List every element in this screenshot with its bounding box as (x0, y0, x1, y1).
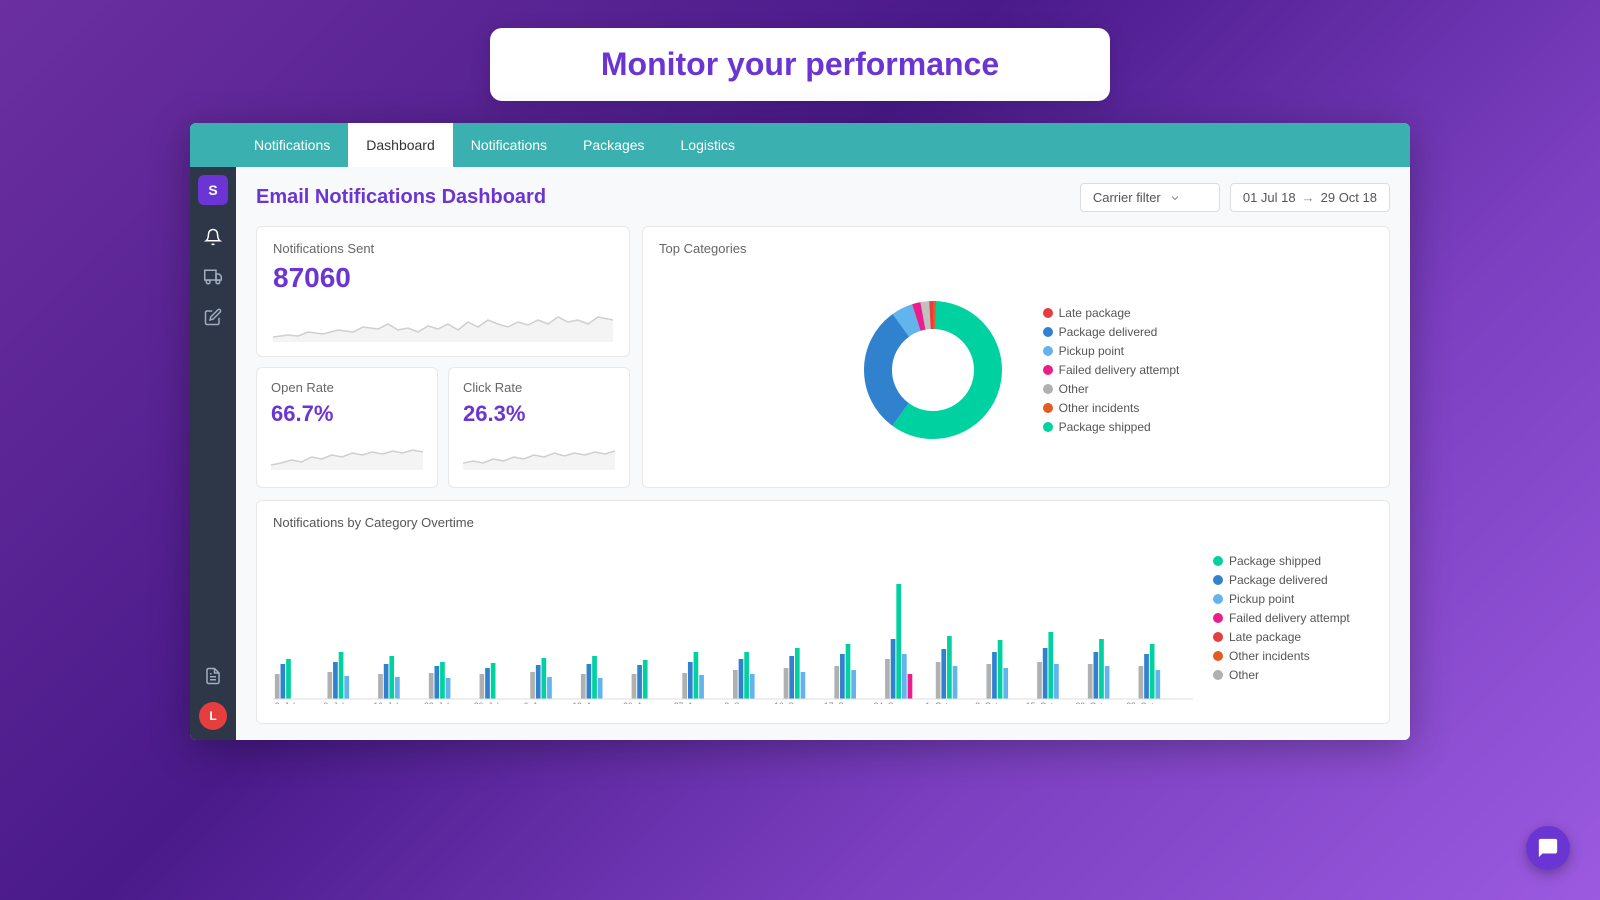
donut-svg (853, 290, 1013, 450)
tab-packages[interactable]: Packages (565, 123, 662, 167)
chart-section: Notifications by Category Overtime (256, 500, 1390, 724)
chart-legend: Package shipped Package delivered Pickup… (1213, 544, 1373, 709)
svg-text:24. Sep: 24. Sep (874, 701, 903, 704)
notifications-sent-value: 87060 (273, 262, 613, 294)
top-categories-label: Top Categories (659, 241, 1373, 256)
date-range: 01 Jul 18 → 29 Oct 18 (1230, 183, 1390, 212)
legend-package-shipped: Package shipped (1043, 420, 1180, 434)
app-window: Notifications Dashboard Notifications Pa… (190, 123, 1410, 740)
sidebar-item-logistics[interactable] (195, 259, 231, 295)
banner-title: Monitor your performance (530, 46, 1070, 83)
top-categories-card: Top Categories (642, 226, 1390, 488)
svg-text:1. Oct: 1. Oct (925, 701, 948, 704)
dashboard-header: Email Notifications Dashboard Carrier fi… (256, 183, 1390, 212)
tab-notifications-1[interactable]: Notifications (236, 123, 348, 167)
sidebar-item-edit[interactable] (195, 299, 231, 335)
svg-text:8. Oct: 8. Oct (975, 701, 998, 704)
avatar[interactable]: L (199, 702, 227, 730)
carrier-filter-dropdown[interactable]: Carrier filter (1080, 183, 1220, 212)
chart-legend-pickup: Pickup point (1213, 592, 1373, 606)
sidebar-logo: S (198, 175, 228, 205)
chart-area: 2. Jul 9. Jul 16. Jul 23. Jul 30. Jul 6.… (273, 544, 1373, 709)
open-rate-label: Open Rate (271, 380, 423, 395)
svg-text:23. Jul: 23. Jul (424, 701, 449, 704)
legend-pickup-point: Pickup point (1043, 344, 1180, 358)
open-rate-sparkline (271, 435, 423, 475)
notifications-sparkline (273, 302, 613, 342)
click-rate-sparkline (463, 435, 615, 475)
dashboard-title: Email Notifications Dashboard (256, 186, 546, 209)
svg-text:17. Sep: 17. Sep (824, 701, 853, 704)
top-banner: Monitor your performance (490, 28, 1110, 101)
svg-text:16. Jul: 16. Jul (373, 701, 398, 704)
tab-logistics[interactable]: Logistics (663, 123, 753, 167)
bar-chart: 2. Jul 9. Jul 16. Jul 23. Jul 30. Jul 6.… (273, 544, 1193, 709)
click-rate-value: 26.3% (463, 401, 615, 427)
svg-text:2. Jul: 2. Jul (275, 701, 295, 704)
legend-failed-delivery: Failed delivery attempt (1043, 363, 1180, 377)
date-start: 01 Jul 18 (1243, 190, 1296, 205)
chart-legend-failed: Failed delivery attempt (1213, 611, 1373, 625)
donut-legend: Late package Package delivered Pickup po… (1043, 306, 1180, 434)
svg-text:15. Oct: 15. Oct (1026, 701, 1054, 704)
sidebar-bottom: L (195, 658, 231, 730)
sidebar-item-notifications[interactable] (195, 219, 231, 255)
open-rate-card: Open Rate 66.7% (256, 367, 438, 488)
legend-package-delivered: Package delivered (1043, 325, 1180, 339)
svg-text:27. Aug: 27. Aug (674, 701, 703, 704)
svg-text:9. Jul: 9. Jul (324, 701, 344, 704)
categories-content: Late package Package delivered Pickup po… (659, 266, 1373, 473)
svg-text:13. Aug: 13. Aug (572, 701, 601, 704)
notifications-sent-card: Notifications Sent 87060 (256, 226, 630, 357)
app-body: S L Email Notifications Dashboard (190, 167, 1410, 740)
rate-cards-row: Open Rate 66.7% Click Rate 26. (256, 367, 630, 488)
legend-late-package: Late package (1043, 306, 1180, 320)
header-controls: Carrier filter 01 Jul 18 → 29 Oct 18 (1080, 183, 1390, 212)
chart-legend-delivered: Package delivered (1213, 573, 1373, 587)
tab-dashboard[interactable]: Dashboard (348, 123, 453, 167)
svg-text:6. Aug: 6. Aug (524, 701, 548, 704)
stats-section: Notifications Sent 87060 Open Rate (256, 226, 630, 488)
carrier-filter-label: Carrier filter (1093, 190, 1161, 205)
svg-text:3. Sep: 3. Sep (725, 701, 750, 704)
bar-chart-svg: 2. Jul 9. Jul 16. Jul 23. Jul 30. Jul 6.… (273, 544, 1193, 704)
click-rate-card: Click Rate 26.3% (448, 367, 630, 488)
nav-tabs: Notifications Dashboard Notifications Pa… (236, 123, 753, 167)
notifications-sent-label: Notifications Sent (273, 241, 613, 256)
svg-text:20. Aug: 20. Aug (623, 701, 652, 704)
svg-text:10. Sep: 10. Sep (774, 701, 803, 704)
chart-legend-other: Other (1213, 668, 1373, 682)
chart-legend-late: Late package (1213, 630, 1373, 644)
svg-text:22. Oct: 22. Oct (1076, 701, 1104, 704)
legend-other: Other (1043, 382, 1180, 396)
sidebar-item-reports[interactable] (195, 658, 231, 694)
sidebar: S L (190, 167, 236, 740)
svg-text:29. Oct: 29. Oct (1126, 701, 1154, 704)
legend-other-incidents: Other incidents (1043, 401, 1180, 415)
svg-text:30. Jul: 30. Jul (474, 701, 499, 704)
main-content: Email Notifications Dashboard Carrier fi… (236, 167, 1410, 740)
chart-legend-incidents: Other incidents (1213, 649, 1373, 663)
nav-bar: Notifications Dashboard Notifications Pa… (190, 123, 1410, 167)
click-rate-label: Click Rate (463, 380, 615, 395)
chart-title: Notifications by Category Overtime (273, 515, 1373, 530)
donut-chart (853, 290, 1013, 450)
nav-sidebar-area (190, 123, 236, 167)
chat-button[interactable] (1526, 826, 1570, 870)
chart-legend-shipped: Package shipped (1213, 554, 1373, 568)
date-arrow: → (1302, 190, 1315, 205)
open-rate-value: 66.7% (271, 401, 423, 427)
date-end: 29 Oct 18 (1321, 190, 1377, 205)
tab-notifications-2[interactable]: Notifications (453, 123, 565, 167)
cards-row: Notifications Sent 87060 Open Rate (256, 226, 1390, 488)
